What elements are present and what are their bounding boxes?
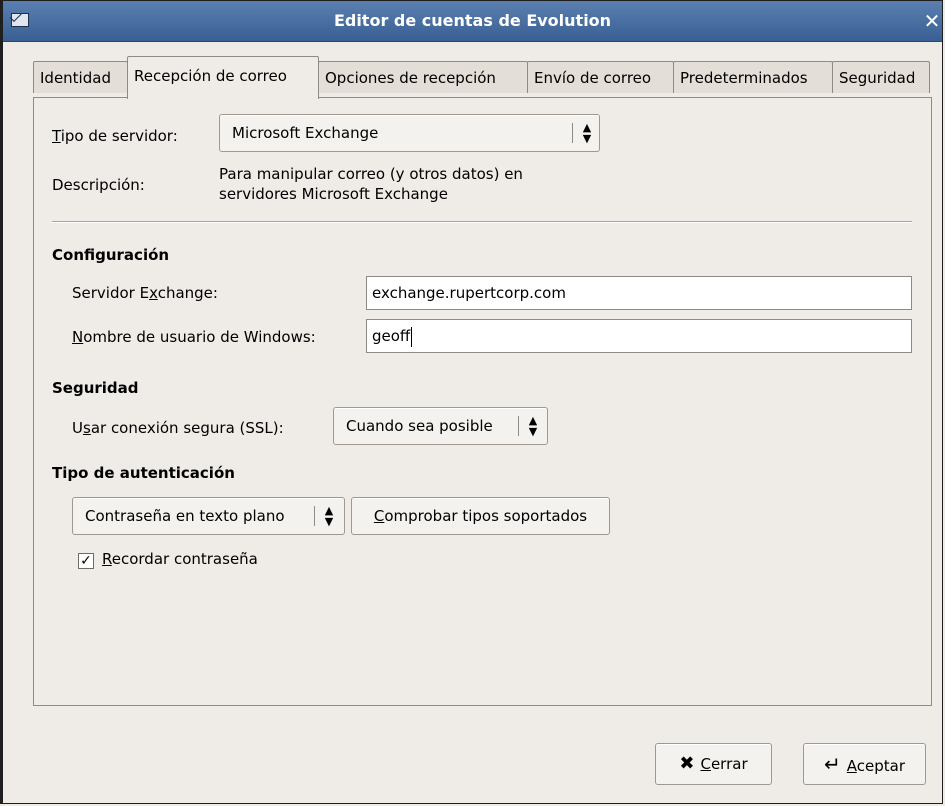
tab-seguridad[interactable]: Seguridad (832, 61, 930, 93)
exchange-server-label: Servidor Exchange: (72, 284, 218, 302)
ssl-value: Cuando sea posible (346, 417, 493, 435)
updown-arrows-icon: ▲ ▼ (324, 504, 334, 528)
close-button[interactable]: ✖ Cerrar (655, 743, 772, 785)
combo-separator (314, 506, 315, 526)
close-icon[interactable]: ✕ (922, 11, 942, 31)
accept-button[interactable]: ↵ Aceptar (803, 743, 926, 785)
server-type-combo[interactable]: Microsoft Exchange ▲ ▼ (219, 114, 600, 152)
tab-identidad[interactable]: Identidad (33, 61, 128, 93)
ssl-combo[interactable]: Cuando sea posible ▲ ▼ (333, 407, 548, 445)
close-x-icon: ✖ (679, 753, 695, 774)
accept-return-icon: ↵ (823, 752, 841, 776)
security-heading: Seguridad (52, 379, 139, 397)
auth-type-combo[interactable]: Contraseña en texto plano ▲ ▼ (72, 497, 345, 535)
auth-type-value: Contraseña en texto plano (85, 507, 285, 525)
windows-username-label: Nombre de usuario de Windows: (72, 328, 316, 346)
combo-separator (518, 416, 519, 436)
windows-username-field[interactable]: geoff (366, 319, 912, 353)
window-title: Editor de cuentas de Evolution (333, 11, 612, 30)
account-editor-window: Editor de cuentas de Evolution ✕ Identid… (0, 0, 943, 804)
server-type-label: Tipo de servidor: (52, 127, 178, 145)
tab-recepcion-de-correo[interactable]: Recepción de correo (127, 56, 319, 99)
divider (52, 221, 912, 223)
description-label: Descripción: (52, 176, 145, 194)
ssl-label: Usar conexión segura (SSL): (72, 419, 284, 437)
config-heading: Configuración (52, 246, 170, 264)
auth-heading: Tipo de autenticación (52, 464, 235, 482)
tab-opciones-de-recepcion[interactable]: Opciones de recepción (318, 61, 528, 93)
title-bar[interactable]: Editor de cuentas de Evolution ✕ (3, 1, 942, 42)
tab-envio-de-correo[interactable]: Envío de correo (527, 61, 674, 93)
updown-arrows-icon: ▲ ▼ (582, 121, 592, 145)
combo-separator (572, 123, 573, 143)
server-type-value: Microsoft Exchange (232, 124, 379, 142)
remember-password-checkbox[interactable]: ✓ (78, 553, 94, 569)
exchange-server-field[interactable]: exchange.rupertcorp.com (366, 276, 912, 310)
updown-arrows-icon: ▲ ▼ (528, 414, 538, 438)
description-text: Para manipular correo (y otros datos) en… (219, 165, 523, 203)
remember-password-label[interactable]: Recordar contraseña (102, 550, 258, 568)
check-supported-types-button[interactable]: Comprobar tipos soportados (351, 497, 610, 535)
tab-panel: Tipo de servidor: Microsoft Exchange ▲ ▼ … (33, 97, 932, 706)
tab-predeterminados[interactable]: Predeterminados (673, 61, 833, 93)
